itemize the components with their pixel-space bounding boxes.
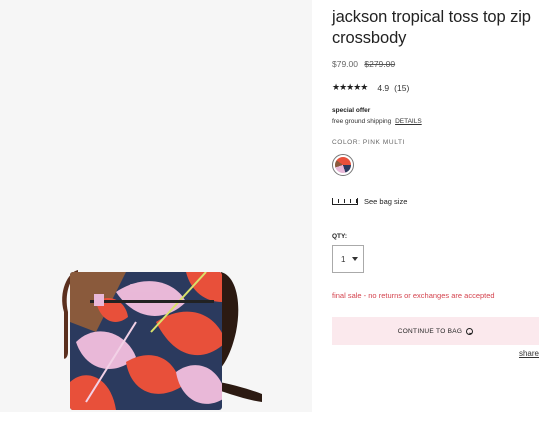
rating-row[interactable]: ★★★★★ 4.9 (15) xyxy=(332,82,409,93)
color-label: COLOR: PINK MULTI xyxy=(332,139,405,146)
pink-multi-swatch-icon xyxy=(335,157,351,173)
product-image-panel xyxy=(0,0,312,412)
share-link[interactable]: share xyxy=(519,349,539,358)
final-sale-notice: final sale - no returns or exchanges are… xyxy=(332,291,495,300)
ruler-icon xyxy=(332,198,358,205)
continue-to-bag-button[interactable]: CONTINUE TO BAG xyxy=(332,317,539,345)
quantity-select[interactable]: 1 xyxy=(332,245,364,273)
offer-details-link[interactable]: DETAILS xyxy=(395,118,422,125)
product-title: jackson tropical toss top zip crossbody xyxy=(332,8,531,47)
bag-size-label: See bag size xyxy=(364,197,408,206)
original-price: $279.00 xyxy=(364,59,396,69)
price-row: $79.00 $279.00 xyxy=(332,59,395,69)
product-image[interactable] xyxy=(56,262,270,412)
sale-price: $79.00 xyxy=(332,59,358,69)
smile-icon xyxy=(466,327,474,335)
quantity-label: QTY: xyxy=(332,233,348,240)
bag-size-link[interactable]: See bag size xyxy=(332,197,407,206)
chevron-down-icon xyxy=(352,257,358,261)
rating-value: 4.9 xyxy=(377,82,390,93)
color-swatch-pink-multi[interactable] xyxy=(332,154,354,176)
offer-description: free ground shipping xyxy=(332,118,392,125)
special-offer-title: special offer xyxy=(332,107,371,114)
continue-to-bag-label: CONTINUE TO BAG xyxy=(397,327,463,335)
star-rating-icon: ★★★★★ xyxy=(332,82,368,92)
review-count[interactable]: (15) xyxy=(394,83,409,93)
special-offer-text: free ground shipping DETAILS xyxy=(332,118,422,125)
quantity-value: 1 xyxy=(341,254,346,264)
